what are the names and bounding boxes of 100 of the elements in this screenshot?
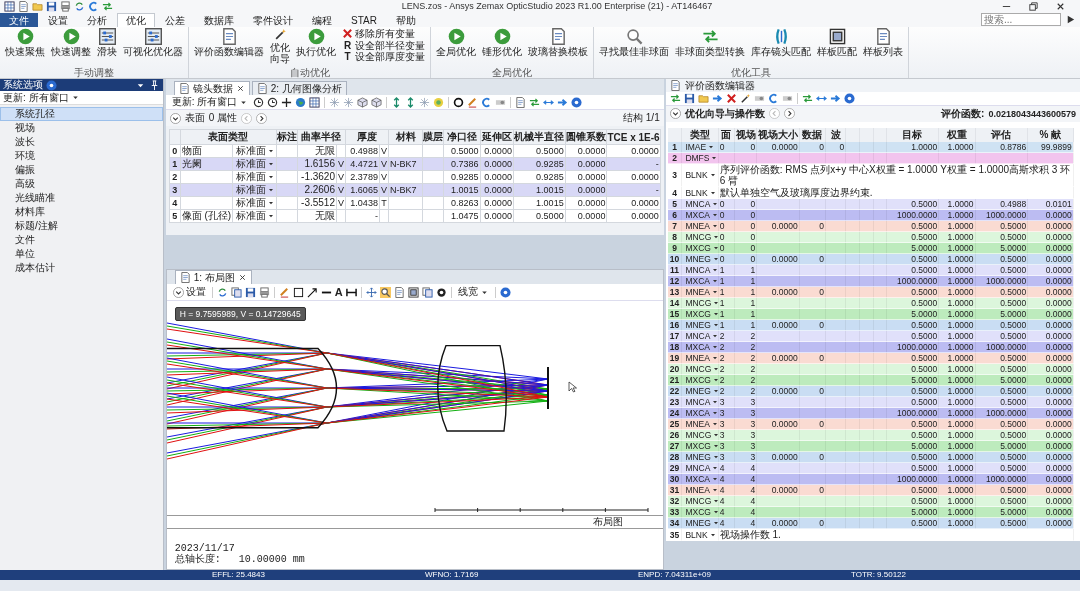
menu-tab[interactable]: 设置 [39,13,77,27]
diagonal-arrow-icon[interactable] [306,286,318,298]
crosshair-icon[interactable] [281,96,293,108]
line-width-dropdown[interactable]: 线宽 [455,285,491,299]
collapse-icon[interactable] [169,112,181,124]
collapse-icon[interactable] [669,108,681,120]
refresh-icon[interactable] [216,286,228,298]
dimension-icon[interactable] [345,286,357,298]
ribbon-button[interactable]: 滑块 [95,28,119,57]
save-icon[interactable] [683,93,695,105]
document-icon[interactable] [256,83,268,94]
right-arrow-icon[interactable] [557,96,569,108]
ribbon-button[interactable]: 快速聚焦 [3,28,47,57]
tree-item[interactable]: 光线瞄准 [0,191,163,205]
sliders-icon[interactable] [98,28,116,45]
wand-icon[interactable] [273,28,287,41]
tree-item[interactable]: 偏振 [0,163,163,177]
document-icon[interactable] [874,28,892,45]
ribbon-button[interactable]: 优化向导 [268,28,292,64]
frame-icon[interactable] [828,28,846,45]
cube-icon[interactable] [357,96,369,108]
editor-tab[interactable]: 镜头数据 [173,81,250,95]
editor-tab[interactable]: 1: 布局图 [174,270,252,284]
swap-arrows-icon[interactable] [529,96,541,108]
close-icon[interactable] [235,84,245,93]
ribbon-button[interactable]: 可视化优化器 [121,28,185,57]
tree-item[interactable]: 标题/注解 [0,219,163,233]
color-wheel-icon[interactable] [433,96,445,108]
menu-tab[interactable]: 数据库 [195,13,243,27]
document-icon[interactable] [393,286,405,298]
gear-icon[interactable] [435,286,447,298]
tree-item[interactable]: 成本估计 [0,261,163,275]
tree-item[interactable]: 单位 [0,247,163,261]
menu-tab[interactable]: 分析 [78,13,116,27]
ribbon-button[interactable]: 锤形优化 [480,28,524,57]
grid-icon[interactable] [309,96,321,108]
right-arrow-icon[interactable] [711,93,723,105]
play-icon[interactable] [62,28,80,45]
cross-icon[interactable] [342,28,353,40]
settings-button[interactable]: 设置 [170,285,208,299]
save-icon[interactable] [46,0,57,12]
document-icon[interactable] [18,0,29,12]
collapse-icon[interactable] [172,286,184,298]
refresh-icon[interactable] [74,0,85,12]
swap-arrows-icon[interactable] [102,0,113,12]
play-arrow-icon[interactable] [1065,14,1076,25]
menu-tab[interactable]: 编程 [303,13,341,27]
tree-item[interactable]: 视场 [0,121,163,135]
swap-arrows-icon[interactable] [701,28,719,45]
document-icon[interactable] [549,28,567,45]
wand-icon[interactable] [739,93,751,105]
grid-icon[interactable] [4,0,15,12]
menu-tab[interactable]: 零件设计 [244,13,302,27]
cube-icon[interactable] [371,96,383,108]
cross-icon[interactable] [725,93,737,105]
sliders-icon[interactable] [144,28,162,45]
menu-tab[interactable]: STAR [342,13,386,27]
swap-arrows-icon[interactable] [801,93,813,105]
document-icon[interactable] [179,272,191,283]
play-icon[interactable] [493,28,511,45]
ribbon-button[interactable]: 库存镜头匹配 [749,28,813,57]
ribbon-button[interactable]: 全局优化 [434,28,478,57]
magnifier-icon[interactable] [625,28,643,45]
tree-item[interactable]: 文件 [0,233,163,247]
frame-icon[interactable] [407,286,419,298]
text-tool[interactable]: A [334,286,343,298]
caret-icon[interactable] [70,93,80,102]
ribbon-button[interactable]: 非球面类型转换 [673,28,747,57]
document-icon[interactable] [669,80,681,91]
ribbon-button[interactable]: 寻找最佳非球面 [597,28,671,57]
copy-icon[interactable] [421,286,433,298]
ribbon-button[interactable]: 玻璃替换模板 [526,28,590,57]
close-icon[interactable] [237,273,247,282]
play-icon[interactable] [307,28,325,45]
ribbon-button[interactable]: 快速调整 [49,28,93,57]
move-icon[interactable] [365,286,377,298]
ring-icon[interactable] [453,96,465,108]
tree-item[interactable]: 系统孔径 [0,107,163,121]
play-icon[interactable] [447,28,465,45]
tree-item[interactable]: 高级 [0,177,163,191]
right-arrow-icon[interactable] [829,93,841,105]
menu-tab[interactable]: 文件 [0,13,38,27]
ribbon-button[interactable]: T 设全部厚度变量 [340,51,427,63]
document-icon[interactable] [178,83,190,94]
copy-icon[interactable] [230,286,242,298]
zoom-icon[interactable] [379,286,391,298]
ribbon-button[interactable]: 评价函数编辑器 [192,28,266,57]
ribbon-button[interactable]: 执行优化 [294,28,338,57]
tree-item[interactable]: 环境 [0,149,163,163]
printer-icon[interactable] [258,286,270,298]
ribbon-button[interactable]: R 设全部半径变量 [340,39,427,51]
printer-icon[interactable] [60,0,71,12]
tree-item[interactable]: 波长 [0,135,163,149]
globe-icon[interactable] [295,96,307,108]
document-icon[interactable] [515,96,527,108]
menu-tab[interactable]: 帮助 [386,13,425,27]
document-icon[interactable] [220,28,238,45]
restore-icon[interactable] [1028,0,1039,12]
ribbon-button[interactable]: 样板匹配 [815,28,859,57]
ribbon-button[interactable]: 样板列表 [861,28,905,57]
